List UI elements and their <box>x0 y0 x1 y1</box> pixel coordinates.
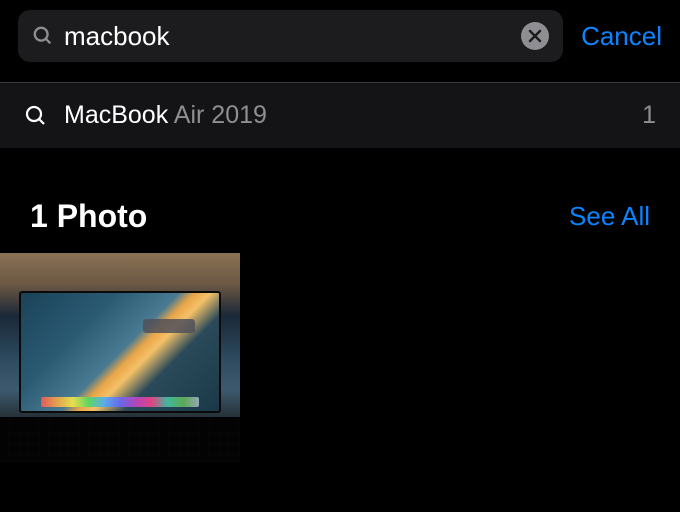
search-input[interactable] <box>64 21 521 52</box>
clear-search-button[interactable] <box>521 22 549 50</box>
suggestion-match: MacBook <box>64 101 168 129</box>
search-header: Cancel <box>0 0 680 72</box>
thumbnail-content <box>19 291 221 413</box>
see-all-button[interactable]: See All <box>569 201 650 232</box>
thumbnail-content <box>41 397 199 407</box>
close-icon <box>528 29 542 43</box>
search-icon <box>32 25 54 47</box>
section-header: 1 Photo See All <box>0 198 680 253</box>
suggestion-count: 1 <box>642 101 656 130</box>
section-title: 1 Photo <box>30 198 147 235</box>
search-icon <box>24 104 48 128</box>
thumbnail-content <box>0 417 240 463</box>
search-suggestion-row[interactable]: MacBook Air 2019 1 <box>0 83 680 148</box>
suggestion-remainder: Air 2019 <box>168 101 267 129</box>
photo-thumbnail[interactable] <box>0 253 240 463</box>
search-field[interactable] <box>18 10 563 62</box>
results-section: 1 Photo See All <box>0 148 680 463</box>
suggestion-text: MacBook Air 2019 <box>64 101 642 130</box>
cancel-button[interactable]: Cancel <box>581 21 662 52</box>
thumbnail-content <box>143 319 195 333</box>
